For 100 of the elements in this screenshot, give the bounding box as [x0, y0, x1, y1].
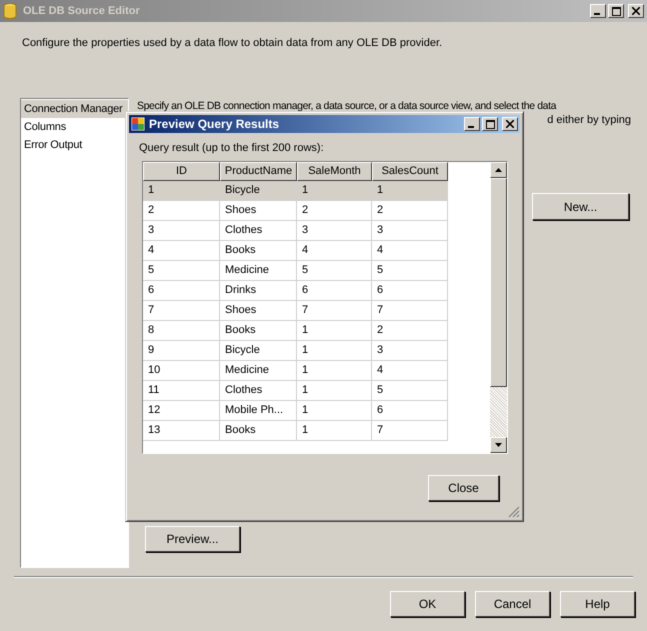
- window-title: OLE DB Source Editor: [23, 4, 141, 19]
- table-cell: 8: [143, 321, 220, 341]
- table-cell: 7: [297, 301, 372, 321]
- table-cell: Books: [220, 241, 297, 261]
- database-icon: [3, 3, 17, 19]
- result-row[interactable]: 7 Shoes 7 7: [143, 301, 448, 321]
- table-cell: 6: [372, 281, 448, 301]
- table-cell: Medicine: [220, 261, 297, 281]
- table-cell: 2: [143, 201, 220, 221]
- close-button[interactable]: [502, 117, 518, 131]
- table-cell: 1: [297, 181, 372, 201]
- table-cell: Bicycle: [220, 181, 297, 201]
- table-cell: 11: [143, 381, 220, 401]
- table-cell: Clothes: [220, 221, 297, 241]
- column-header[interactable]: SalesCount: [372, 162, 448, 181]
- table-cell: 3: [297, 221, 372, 241]
- table-cell: 1: [297, 401, 372, 421]
- table-cell: Medicine: [220, 361, 297, 381]
- result-row[interactable]: 1 Bicycle 1 1: [143, 181, 448, 201]
- table-cell: 12: [143, 401, 220, 421]
- table-cell: 9: [143, 341, 220, 361]
- column-header[interactable]: ID: [143, 162, 220, 181]
- minimize-button[interactable]: [464, 117, 480, 131]
- page-list-item[interactable]: Columns: [21, 118, 128, 136]
- table-cell: 1: [297, 341, 372, 361]
- table-cell: 1: [297, 321, 372, 341]
- result-row[interactable]: 13 Books 1 7: [143, 421, 448, 441]
- table-cell: 6: [297, 281, 372, 301]
- grid-icon: [131, 117, 145, 131]
- table-cell: 13: [143, 421, 220, 441]
- result-row[interactable]: 5 Medicine 5 5: [143, 261, 448, 281]
- table-cell: 5: [372, 261, 448, 281]
- table-cell: Clothes: [220, 381, 297, 401]
- minimize-button[interactable]: [590, 4, 606, 18]
- result-row[interactable]: 6 Drinks 6 6: [143, 281, 448, 301]
- table-cell: 1: [372, 181, 448, 201]
- table-cell: 6: [143, 281, 220, 301]
- new-button[interactable]: New...: [532, 193, 629, 220]
- table-cell: 1: [297, 421, 372, 441]
- resize-grip-icon: [508, 506, 520, 518]
- result-row[interactable]: 2 Shoes 2 2: [143, 201, 448, 221]
- result-row[interactable]: 11 Clothes 1 5: [143, 381, 448, 401]
- close-button[interactable]: [628, 4, 644, 18]
- maximize-button[interactable]: [482, 117, 498, 131]
- table-cell: 4: [372, 241, 448, 261]
- result-row[interactable]: 3 Clothes 3 3: [143, 221, 448, 241]
- table-cell: Shoes: [220, 201, 297, 221]
- maximize-icon: [486, 120, 494, 128]
- down-arrow-icon: [495, 443, 502, 447]
- maximize-icon: [612, 6, 620, 16]
- table-cell: Books: [220, 421, 297, 441]
- column-header[interactable]: SaleMonth: [297, 162, 372, 181]
- table-cell: Drinks: [220, 281, 297, 301]
- intro-text: Specify an OLE DB connection manager, a data source, or a data source view, and select the data: [137, 99, 558, 113]
- column-header[interactable]: ProductName: [220, 162, 297, 181]
- table-cell: 5: [297, 261, 372, 281]
- close-icon: [506, 120, 514, 128]
- dialog-title: Preview Query Results: [149, 116, 280, 133]
- preview-button[interactable]: Preview...: [145, 526, 240, 552]
- table-cell: 3: [143, 221, 220, 241]
- page-list-item[interactable]: Connection Manager: [21, 100, 128, 118]
- table-cell: 6: [372, 401, 448, 421]
- table-cell: 2: [372, 201, 448, 221]
- description-text: Configure the properties used by a data flow to obtain data from any OLE DB provider.: [21, 36, 444, 51]
- table-cell: 3: [372, 221, 448, 241]
- result-row[interactable]: 12 Mobile Ph... 1 6: [143, 401, 448, 421]
- result-row[interactable]: 4 Books 4 4: [143, 241, 448, 261]
- page-list-item[interactable]: Error Output: [21, 136, 128, 154]
- up-arrow-icon: [495, 168, 502, 172]
- table-cell: 2: [372, 321, 448, 341]
- table-cell: 1: [297, 381, 372, 401]
- table-cell: 2: [297, 201, 372, 221]
- table-cell: 5: [143, 261, 220, 281]
- table-cell: 4: [143, 241, 220, 261]
- maximize-button[interactable]: [608, 4, 624, 18]
- table-cell: 4: [297, 241, 372, 261]
- close-dialog-button[interactable]: Close: [428, 475, 499, 501]
- result-row[interactable]: 8 Books 1 2: [143, 321, 448, 341]
- table-cell: 4: [372, 361, 448, 381]
- dialog-button[interactable]: Help: [560, 591, 635, 617]
- scrollbar[interactable]: [490, 162, 507, 453]
- dialog-button[interactable]: Cancel: [475, 591, 550, 617]
- close-icon: [632, 7, 640, 15]
- table-cell: 1: [143, 181, 220, 201]
- dialog-button[interactable]: OK: [390, 591, 465, 617]
- table-cell: 1: [297, 361, 372, 381]
- table-cell: 7: [372, 301, 448, 321]
- table-cell: 10: [143, 361, 220, 381]
- table-cell: 3: [372, 341, 448, 361]
- table-cell: Mobile Ph...: [220, 401, 297, 421]
- query-caption: Query result (up to the first 200 rows):: [138, 141, 325, 155]
- table-cell: 5: [372, 381, 448, 401]
- table-cell: Shoes: [220, 301, 297, 321]
- table-cell: 7: [143, 301, 220, 321]
- result-row[interactable]: 10 Medicine 1 4: [143, 361, 448, 381]
- table-cell: 7: [372, 421, 448, 441]
- table-cell: Books: [220, 321, 297, 341]
- result-row[interactable]: 9 Bicycle 1 3: [143, 341, 448, 361]
- intro-text-continued: d either by typing: [547, 113, 631, 127]
- table-cell: Bicycle: [220, 341, 297, 361]
